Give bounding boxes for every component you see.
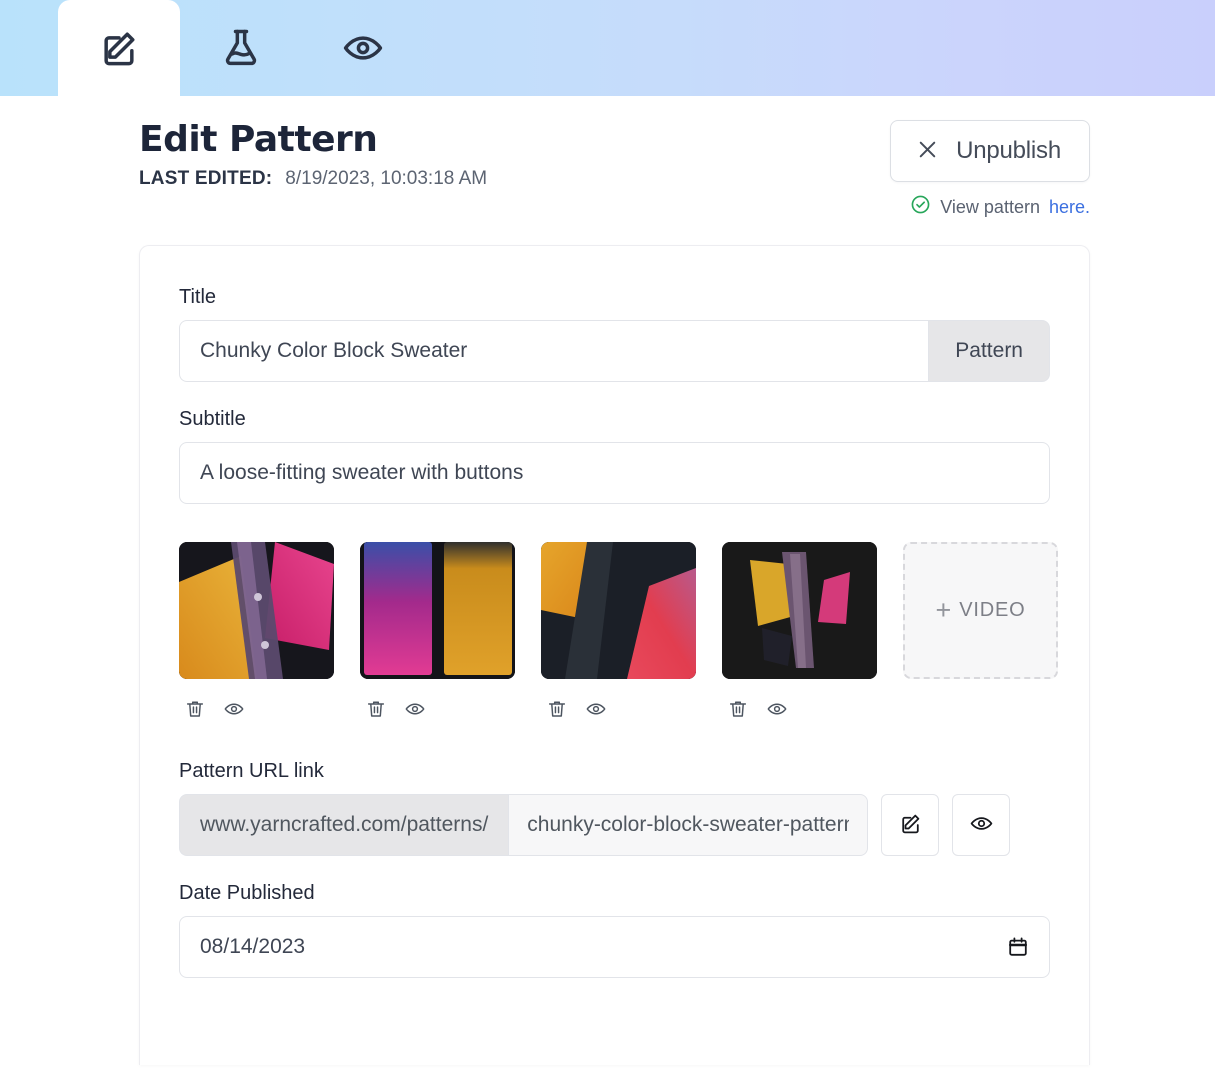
date-input-wrap: [179, 916, 1050, 978]
url-prefix: www.yarncrafted.com/patterns/: [179, 794, 509, 856]
pattern-form-card: Title Pattern Subtitle: [139, 245, 1090, 1065]
media-row: + VIDEO: [179, 542, 1058, 720]
media-actions: [360, 698, 515, 720]
subtitle-input[interactable]: [179, 442, 1050, 504]
url-slug-input[interactable]: [508, 794, 869, 856]
tab-edit[interactable]: [58, 0, 180, 96]
media-gallery: + VIDEO: [179, 542, 1058, 720]
pattern-url-label: Pattern URL link: [179, 760, 324, 782]
url-edit-button[interactable]: [881, 794, 940, 856]
tab-preview[interactable]: [302, 0, 424, 96]
calendar-icon[interactable]: [1006, 935, 1030, 959]
trash-icon[interactable]: [727, 698, 749, 720]
trash-icon[interactable]: [184, 698, 206, 720]
page-header: Edit Pattern LAST EDITED: 8/19/2023, 10:…: [0, 96, 1215, 220]
view-pattern-note: View pattern here.: [910, 194, 1090, 220]
media-item: [179, 542, 334, 720]
last-edited-value: 8/19/2023, 10:03:18 AM: [285, 167, 488, 189]
header-right: Unpublish View pattern here.: [890, 116, 1090, 220]
media-actions: [541, 698, 696, 720]
eye-icon: [341, 26, 385, 70]
media-item: [360, 542, 515, 720]
tab-test[interactable]: [180, 0, 302, 96]
media-thumbnail[interactable]: [722, 542, 877, 679]
url-preview-button[interactable]: [952, 794, 1011, 856]
title-addon-pattern: Pattern: [928, 320, 1050, 382]
field-title: Title Pattern: [179, 286, 1050, 382]
page-title: Edit Pattern: [139, 119, 378, 160]
unpublish-button[interactable]: Unpublish: [890, 120, 1090, 182]
eye-icon[interactable]: [766, 698, 788, 720]
eye-icon[interactable]: [585, 698, 607, 720]
edit-square-icon: [898, 811, 923, 839]
close-x-icon: [915, 137, 940, 165]
eye-icon[interactable]: [404, 698, 426, 720]
media-thumbnail[interactable]: [360, 542, 515, 679]
media-thumbnail[interactable]: [179, 542, 334, 679]
title-input-group: Pattern: [179, 320, 1050, 382]
field-subtitle: Subtitle: [179, 408, 1050, 504]
trash-icon[interactable]: [365, 698, 387, 720]
add-video-button[interactable]: + VIDEO: [903, 542, 1058, 679]
circle-check-icon: [910, 194, 931, 220]
media-actions: [179, 698, 334, 720]
tab-bar: [0, 0, 1215, 96]
add-video-label: VIDEO: [959, 599, 1026, 621]
title-label: Title: [179, 286, 217, 308]
unpublish-label: Unpublish: [956, 137, 1061, 164]
pattern-url-group: www.yarncrafted.com/patterns/: [179, 794, 869, 856]
date-published-input[interactable]: [179, 916, 1050, 978]
media-thumbnail[interactable]: [541, 542, 696, 679]
plus-icon: +: [935, 595, 952, 625]
flask-icon: [219, 26, 263, 70]
trash-icon[interactable]: [546, 698, 568, 720]
subtitle-label: Subtitle: [179, 408, 246, 430]
media-actions: [722, 698, 877, 720]
last-edited-label: LAST EDITED:: [139, 167, 273, 189]
date-published-label: Date Published: [179, 882, 315, 904]
view-pattern-link[interactable]: here.: [1049, 197, 1090, 218]
field-pattern-url: Pattern URL link www.yarncrafted.com/pat…: [179, 760, 1050, 856]
page-body: Edit Pattern LAST EDITED: 8/19/2023, 10:…: [0, 96, 1215, 1074]
eye-icon: [969, 811, 994, 839]
header-left: Edit Pattern LAST EDITED: 8/19/2023, 10:…: [139, 116, 487, 190]
pattern-url-row: www.yarncrafted.com/patterns/: [179, 794, 1050, 856]
title-input[interactable]: [179, 320, 929, 382]
media-item: [541, 542, 696, 720]
add-video-item: + VIDEO: [903, 542, 1058, 679]
eye-icon[interactable]: [223, 698, 245, 720]
media-item: [722, 542, 877, 720]
last-edited: LAST EDITED: 8/19/2023, 10:03:18 AM: [139, 168, 487, 190]
field-date-published: Date Published: [179, 882, 1050, 978]
view-pattern-text: View pattern: [940, 196, 1040, 217]
edit-square-icon: [97, 26, 141, 70]
